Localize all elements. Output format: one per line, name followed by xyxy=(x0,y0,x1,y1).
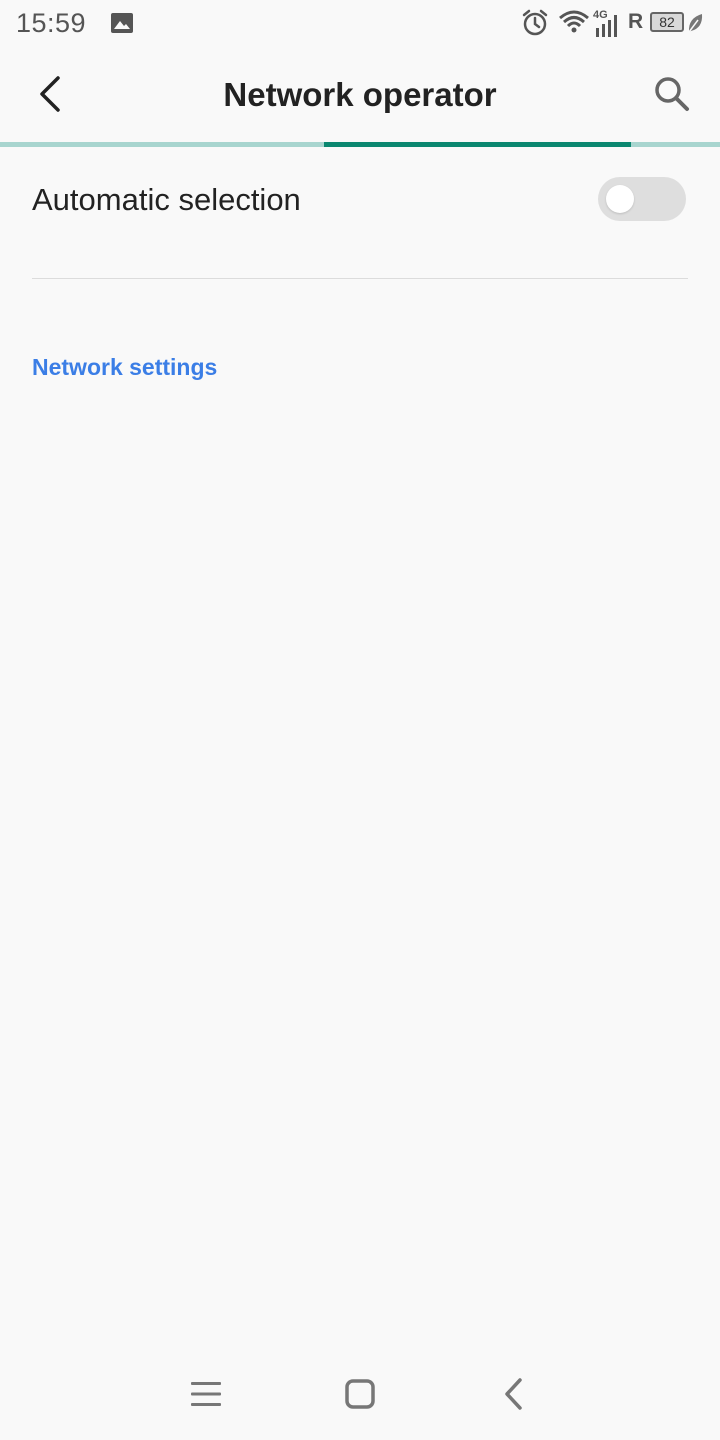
navigation-bar xyxy=(0,1350,720,1440)
roaming-indicator: R xyxy=(628,10,644,33)
wifi-icon xyxy=(559,10,589,39)
nav-back-button[interactable] xyxy=(494,1374,534,1418)
toggle-knob xyxy=(606,185,634,213)
progress-fill xyxy=(324,142,631,147)
home-icon xyxy=(344,1378,376,1415)
divider xyxy=(32,278,688,279)
leaf-icon xyxy=(686,12,704,39)
back-icon xyxy=(502,1377,526,1416)
screen: 15:59 4G R 82 Network operator Automatic… xyxy=(0,0,720,1440)
automatic-selection-toggle[interactable] xyxy=(598,177,686,221)
app-bar: Network operator xyxy=(0,50,720,142)
page-title: Network operator xyxy=(223,76,497,113)
automatic-selection-row[interactable]: Automatic selection xyxy=(0,150,720,250)
image-icon xyxy=(110,12,134,39)
search-icon xyxy=(653,75,691,118)
network-settings-link[interactable]: Network settings xyxy=(32,354,217,381)
progress-bar xyxy=(0,142,720,147)
nav-home-button[interactable] xyxy=(340,1374,380,1418)
search-button[interactable] xyxy=(642,68,702,124)
automatic-selection-label: Automatic selection xyxy=(32,182,301,217)
battery-level: 82 xyxy=(659,14,675,30)
menu-icon xyxy=(190,1379,222,1414)
status-time: 15:59 xyxy=(16,8,87,38)
battery-icon: 82 xyxy=(650,12,684,32)
alarm-icon xyxy=(521,9,549,42)
nav-menu-button[interactable] xyxy=(186,1374,226,1418)
status-bar: 15:59 4G R 82 xyxy=(0,0,720,50)
signal-icon xyxy=(594,10,624,43)
